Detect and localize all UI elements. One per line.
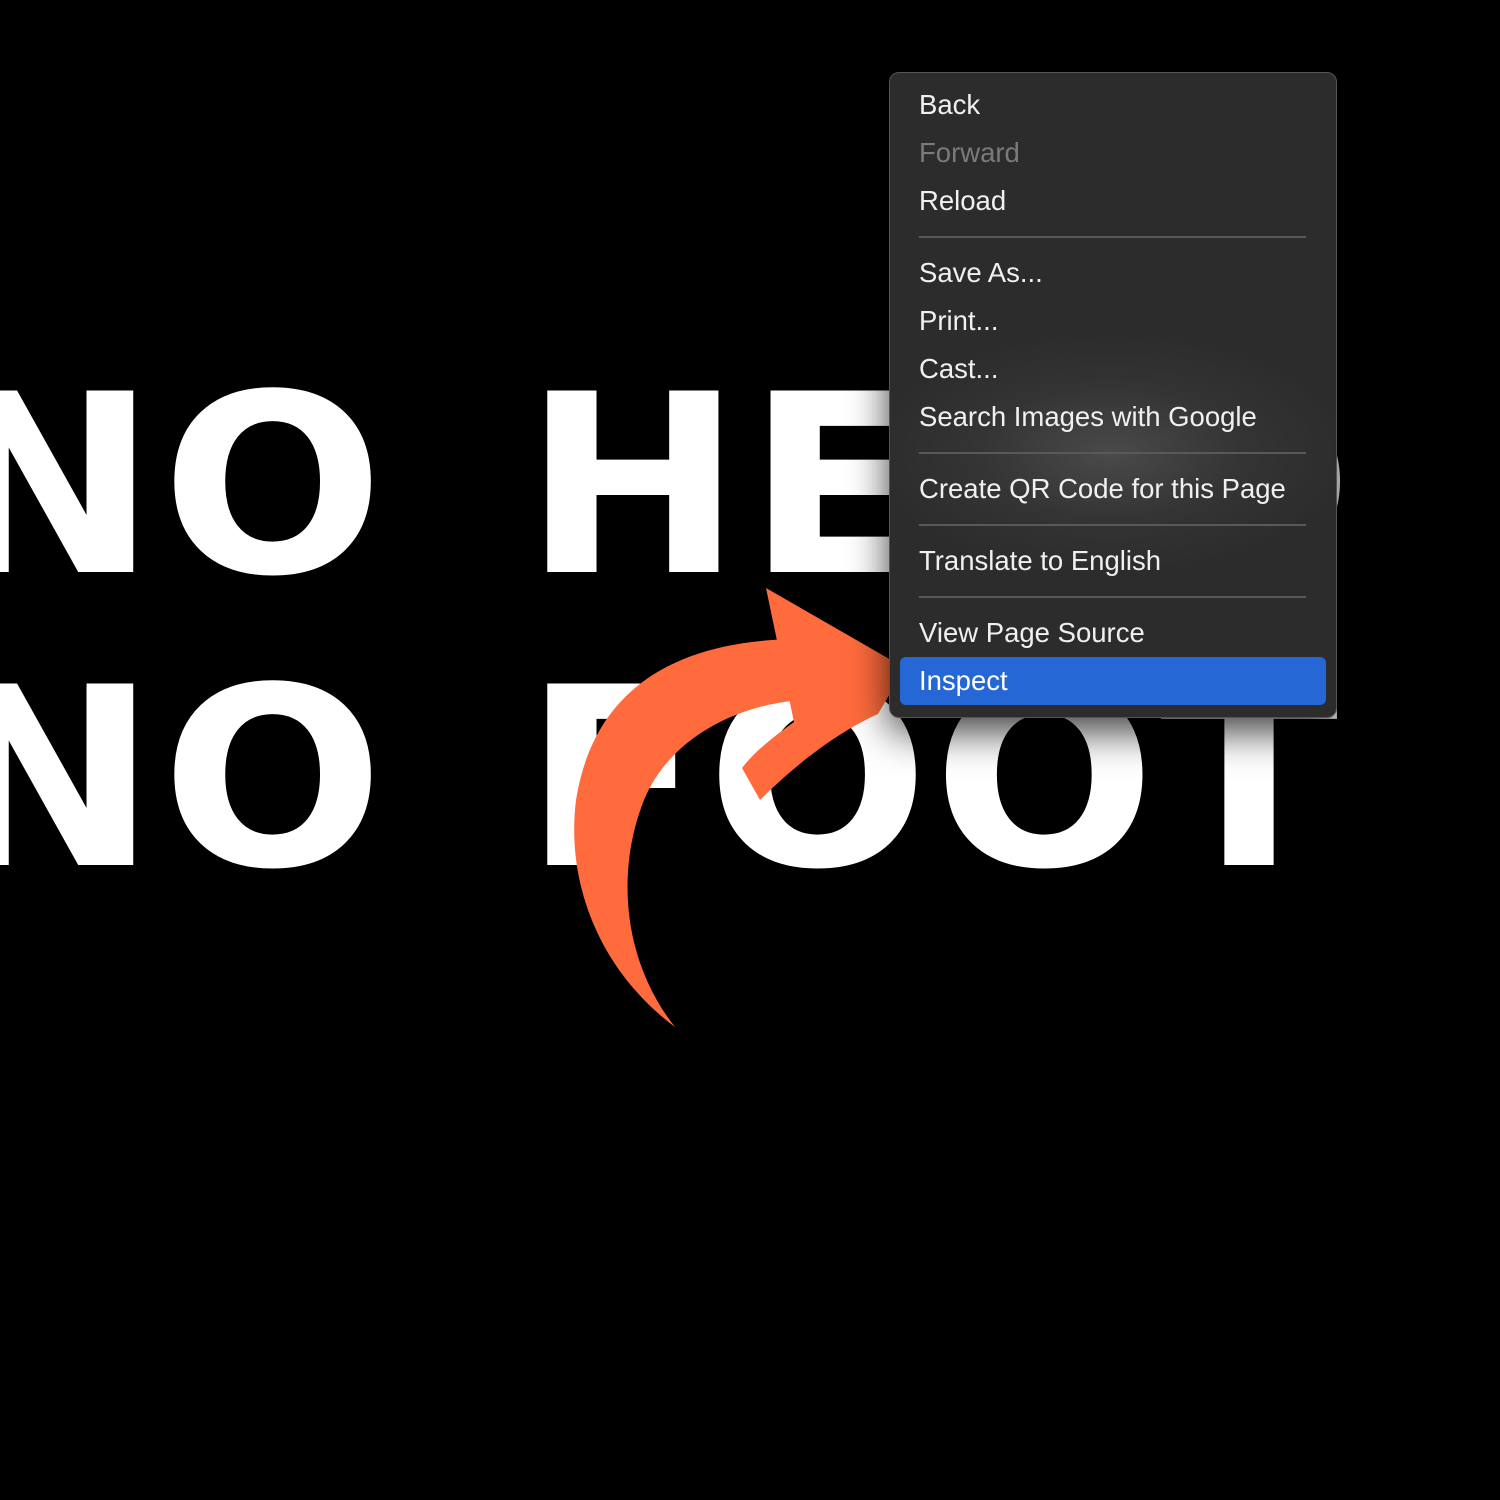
menu-item-inspect[interactable]: Inspect	[900, 657, 1326, 705]
menu-item-translate-to-english[interactable]: Translate to English	[900, 537, 1326, 585]
menu-item-forward: Forward	[919, 137, 1020, 168]
menu-item-reload[interactable]: Reload	[900, 177, 1326, 225]
menu-item-print[interactable]: Print...	[900, 297, 1326, 345]
menu-separator	[919, 452, 1306, 454]
menu-item-view-page-source[interactable]: View Page Source	[900, 609, 1326, 657]
menu-item-cast[interactable]: Cast...	[900, 345, 1326, 393]
menu-separator	[919, 524, 1306, 526]
menu-separator	[919, 236, 1306, 238]
menu-item-create-qr-code-for-this-page[interactable]: Create QR Code for this Page	[900, 465, 1326, 513]
menu-item-save-as[interactable]: Save As...	[900, 249, 1326, 297]
menu-item-back[interactable]: Back	[900, 81, 1326, 129]
screenshot-canvas: NO HEAD NO FOOT Back Forward Reload Save As…	[0, 0, 1500, 1500]
context-menu: Back Forward Reload Save As... Print... Cast.…	[889, 72, 1337, 718]
menu-separator	[919, 596, 1306, 598]
menu-item-search-images-with-google[interactable]: Search Images with Google	[900, 393, 1326, 441]
